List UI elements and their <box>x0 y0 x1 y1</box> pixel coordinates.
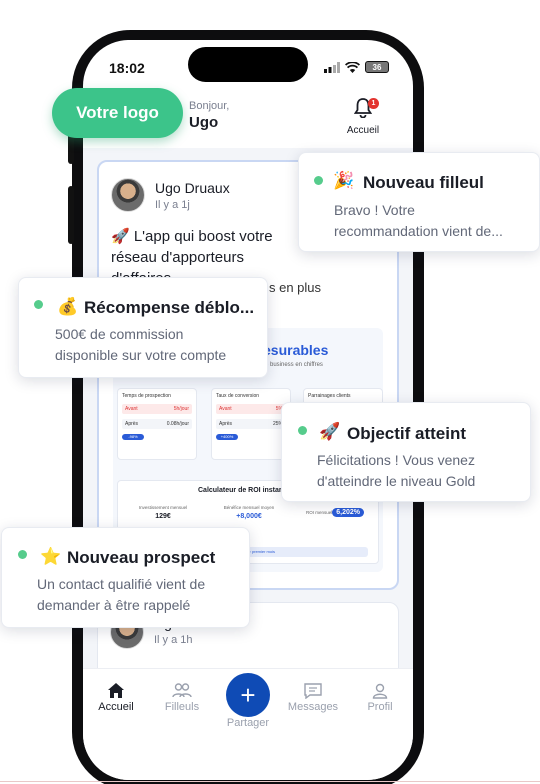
notification-line: d'atteindre le niveau Gold <box>317 473 476 489</box>
money-bag-icon: 💰 <box>57 297 79 316</box>
stat-row-after: Après 25% <box>216 419 286 429</box>
divider <box>0 781 540 782</box>
stat-label: Avant <box>219 406 232 412</box>
roi-label: Investissement mensuel <box>138 505 188 510</box>
notification-title: Nouveau prospect <box>67 548 216 567</box>
stat-label: Après <box>125 421 139 427</box>
notification-line: 500€ de commission <box>55 326 184 342</box>
status-dot <box>298 426 307 435</box>
avatar <box>111 178 145 212</box>
party-icon: 🎉 <box>333 171 355 190</box>
roi-column: Investissement mensuel 129€ <box>128 505 198 520</box>
stat-badge: +400% <box>216 434 238 440</box>
profile-icon <box>350 683 410 701</box>
roi-value: 6,202% <box>332 508 364 517</box>
share-button[interactable]: + <box>226 673 270 717</box>
stat-row-before: Avant 5h/jour <box>122 404 192 414</box>
stat-card: Temps de prospection Avant 5h/jour Après 0… <box>117 388 197 460</box>
message-icon <box>283 683 343 701</box>
logo-badge: Votre logo <box>52 88 183 138</box>
battery-icon: 36 <box>365 61 389 73</box>
home-label: Accueil <box>346 125 380 136</box>
stat-badge: -98% <box>122 434 144 440</box>
greeting-text: Bonjour, <box>189 100 230 112</box>
image-subtitle: re business en chiffres <box>263 362 323 368</box>
roi-column: Bénéfice mensuel moyen +8,000€ <box>214 505 284 520</box>
star-icon: ⭐ <box>40 547 62 566</box>
stat-row-after: Après 0.08h/jour <box>122 419 192 429</box>
home-icon <box>86 683 146 701</box>
bottom-nav: Accueil Filleuls + Partager Messages Pro… <box>83 668 413 780</box>
notification-card[interactable]: 🚀 Objectif atteint Félicitations ! Vous … <box>281 402 531 502</box>
dynamic-island <box>188 47 308 82</box>
notification-line: demander à être rappelé <box>37 597 191 613</box>
notification-line: Bravo ! Votre <box>334 202 415 218</box>
nav-item-home[interactable]: Accueil <box>86 683 146 713</box>
notification-card[interactable]: 💰 Récompense déblo... 500€ de commission… <box>18 277 268 378</box>
status-dot <box>314 176 323 185</box>
notification-line: Félicitations ! Vous venez <box>317 452 475 468</box>
notification-card[interactable]: ⭐ Nouveau prospect Un contact qualifié v… <box>1 527 250 628</box>
notification-title: Objectif atteint <box>347 424 467 443</box>
nav-label: Filleuls <box>164 701 200 713</box>
phone-volume-up <box>68 186 74 244</box>
wifi-icon <box>345 61 360 73</box>
nav-label: Messages <box>287 701 339 713</box>
status-dot <box>18 550 27 559</box>
stat-row-before: Avant 5% <box>216 404 286 414</box>
stat-card-title: Taux de conversion <box>216 393 260 399</box>
status-icons: 36 <box>324 61 389 73</box>
stat-label: Après <box>219 421 233 427</box>
nav-label: Profil <box>367 701 393 713</box>
roi-column: ROI mensuel 6,202% <box>300 505 370 517</box>
user-name: Ugo <box>189 114 219 131</box>
roi-value: +8,000€ <box>236 513 262 520</box>
notifications-button[interactable]: 1 Accueil <box>343 98 383 136</box>
nav-item-messages[interactable]: Messages <box>283 683 343 713</box>
roi-value: 129€ <box>155 513 171 520</box>
stat-value: 5h/jour <box>173 406 189 412</box>
image-title: esurables <box>263 342 329 358</box>
status-time: 18:02 <box>109 60 145 76</box>
signal-icon <box>324 61 340 73</box>
nav-item-profile[interactable]: Profil <box>350 683 410 713</box>
roi-title: Calculateur de ROI instar <box>198 487 282 494</box>
post-time: Il y a 1j <box>155 199 190 211</box>
roi-label: Bénéfice mensuel moyen <box>223 505 275 510</box>
stat-value: 0.08h/jour <box>166 421 189 427</box>
share-label: Partager <box>226 717 270 729</box>
post-time: Il y a 1h <box>154 634 193 646</box>
stat-label: Avant <box>125 406 138 412</box>
nav-label: Accueil <box>98 701 134 713</box>
notification-title: Récompense déblo... <box>84 298 255 317</box>
notification-line: recommandation vient de... <box>334 223 503 239</box>
notification-count-badge: 1 <box>368 98 379 109</box>
stat-card-title: Temps de prospection <box>122 393 171 399</box>
post-author: Ugo Druaux <box>155 180 230 196</box>
notification-line: Un contact qualifié vient de <box>37 576 206 592</box>
users-icon <box>152 683 212 701</box>
notification-card[interactable]: 🎉 Nouveau filleul Bravo ! Votre recomman… <box>298 152 540 252</box>
stat-card: Taux de conversion Avant 5% Après 25% +400… <box>211 388 291 460</box>
notification-line: disponible sur votre compte <box>55 347 227 363</box>
rocket-icon: 🚀 <box>319 422 341 441</box>
mockup-stage: 18:02 36 Bonjour, Ugo 1 Accueil Ugo Drua… <box>0 0 540 784</box>
status-dot <box>34 300 43 309</box>
stat-card-title: Parrainages clients <box>308 393 351 399</box>
notification-title: Nouveau filleul <box>363 173 484 192</box>
nav-item-referrals[interactable]: Filleuls <box>152 683 212 713</box>
post-subtitle: s en plus <box>269 280 322 295</box>
roi-label: ROI mensuel <box>305 510 333 515</box>
